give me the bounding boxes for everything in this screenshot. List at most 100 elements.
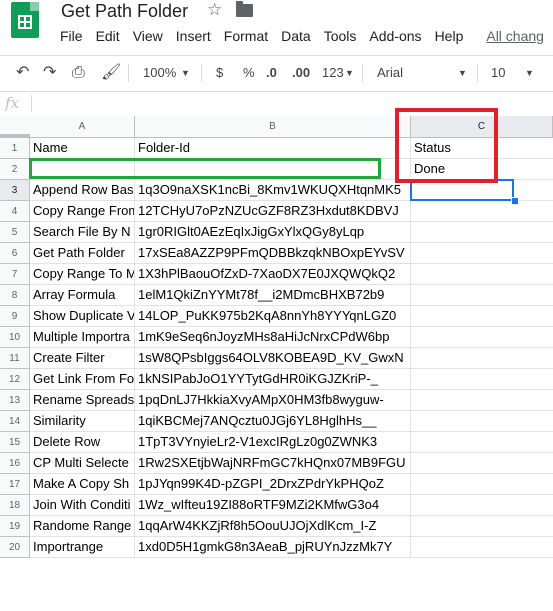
star-icon[interactable]: ☆ — [207, 0, 222, 20]
decrease-decimal-button[interactable]: .0 — [266, 56, 277, 90]
cell-c13[interactable] — [411, 390, 553, 411]
cell-a15[interactable]: Delete Row — [30, 432, 135, 453]
cell-c5[interactable] — [411, 222, 553, 243]
folder-icon[interactable] — [236, 1, 253, 17]
menu-file[interactable]: File — [60, 26, 83, 46]
cell-b3[interactable]: 1q3O9naXSK1ncBi_8Kmv1WKUQXHtqnMK5 — [135, 180, 411, 201]
menu-format[interactable]: Format — [224, 26, 268, 46]
cell-c17[interactable] — [411, 474, 553, 495]
cell-b11[interactable]: 1sW8QPsbIggs64OLV8KOBEA9D_KV_GwxN — [135, 348, 411, 369]
cell-c10[interactable] — [411, 327, 553, 348]
cell-c7[interactable] — [411, 264, 553, 285]
row-header[interactable]: 1 — [0, 138, 30, 159]
row-header[interactable]: 19 — [0, 516, 30, 537]
row-header[interactable]: 9 — [0, 306, 30, 327]
cell-b16[interactable]: 1Rw2SXEtjbWajNRFmGC7kHQnx07MB9FGU — [135, 453, 411, 474]
font-size-chevron-down-icon[interactable]: ▼ — [525, 56, 534, 90]
cell-a12[interactable]: Get Link From Fo — [30, 369, 135, 390]
cell-b5[interactable]: 1gr0RIGlt0AEzEqIxJigGxYlxQGy8yLqp — [135, 222, 411, 243]
cell-c9[interactable] — [411, 306, 553, 327]
row-header[interactable]: 3 — [0, 180, 30, 201]
cell-a5[interactable]: Search File By N — [30, 222, 135, 243]
row-header[interactable]: 2 — [0, 159, 30, 180]
sheets-logo-icon[interactable] — [11, 2, 39, 38]
font-chevron-down-icon[interactable]: ▼ — [458, 56, 467, 90]
cell-b10[interactable]: 1mK9eSeq6nJoyzMHs8aHiJcNrxCPdW6bp — [135, 327, 411, 348]
document-title[interactable]: Get Path Folder — [61, 0, 188, 22]
font-select[interactable]: Arial — [377, 56, 403, 90]
print-icon[interactable]: ⎙ — [72, 56, 85, 90]
cell-c19[interactable] — [411, 516, 553, 537]
undo-icon[interactable]: ↶ — [16, 56, 29, 90]
cell-a13[interactable]: Rename Spreads — [30, 390, 135, 411]
row-header[interactable]: 20 — [0, 537, 30, 558]
menu-addons[interactable]: Add-ons — [369, 26, 421, 46]
currency-format-button[interactable]: $ — [216, 56, 223, 90]
row-header[interactable]: 4 — [0, 201, 30, 222]
cell-b13[interactable]: 1pqDnLJ7HkkiaXvyAMpX0HM3fb8wyguw- — [135, 390, 411, 411]
font-size-select[interactable]: 10 — [491, 56, 505, 90]
cell-b7[interactable]: 1X3hPlBaouOfZxD-7XaoDX7E0JXQWQkQ2 — [135, 264, 411, 285]
cell-a18[interactable]: Join With Conditi — [30, 495, 135, 516]
zoom-select[interactable]: 100% — [143, 56, 176, 90]
menu-edit[interactable]: Edit — [96, 26, 120, 46]
paint-format-icon[interactable]: 🖌 — [101, 56, 121, 90]
cell-c16[interactable] — [411, 453, 553, 474]
cell-a17[interactable]: Make A Copy Sh — [30, 474, 135, 495]
cell-b20[interactable]: 1xd0D5H1gmkG8n3AeaB_pjRUYnJzzMk7Y — [135, 537, 411, 558]
cell-a1[interactable]: Name — [30, 138, 135, 159]
cell-b12[interactable]: 1kNSIPabJoO1YYTytGdHR0iKGJZKriP-_ — [135, 369, 411, 390]
cell-c20[interactable] — [411, 537, 553, 558]
cell-c18[interactable] — [411, 495, 553, 516]
row-header[interactable]: 17 — [0, 474, 30, 495]
row-header[interactable]: 14 — [0, 411, 30, 432]
row-header[interactable]: 11 — [0, 348, 30, 369]
row-header[interactable]: 7 — [0, 264, 30, 285]
row-header[interactable]: 13 — [0, 390, 30, 411]
cell-a7[interactable]: Copy Range To M — [30, 264, 135, 285]
cell-b8[interactable]: 1elM1QkiZnYYMt78f__i2MDmcBHXB72b9 — [135, 285, 411, 306]
cell-b4[interactable]: 12TCHyU7oPzNZUcGZF8RZ3Hxdut8KDBVJ — [135, 201, 411, 222]
menu-insert[interactable]: Insert — [176, 26, 211, 46]
cell-a10[interactable]: Multiple Importra — [30, 327, 135, 348]
cell-b15[interactable]: 1TpT3VYnyieLr2-V1excIRgLz0g0ZWNK3 — [135, 432, 411, 453]
cell-c15[interactable] — [411, 432, 553, 453]
cell-c8[interactable] — [411, 285, 553, 306]
cell-a16[interactable]: CP Multi Selecte — [30, 453, 135, 474]
cell-b6[interactable]: 17xSEa8AZZP9PFmQDBBkzqkNBOxpEYvSV — [135, 243, 411, 264]
cell-c11[interactable] — [411, 348, 553, 369]
column-header-b[interactable]: B — [135, 116, 411, 138]
more-formats-button[interactable]: 123 — [322, 56, 344, 90]
row-header[interactable]: 12 — [0, 369, 30, 390]
menu-view[interactable]: View — [133, 26, 163, 46]
menu-tools[interactable]: Tools — [324, 26, 357, 46]
cell-b17[interactable]: 1pJYqn99K4D-pZGPI_2DrxZPdrYkPHQoZ — [135, 474, 411, 495]
cell-c12[interactable] — [411, 369, 553, 390]
cell-a3[interactable]: Append Row Based — [30, 180, 135, 201]
cell-a19[interactable]: Randome Range — [30, 516, 135, 537]
row-header[interactable]: 6 — [0, 243, 30, 264]
cell-b19[interactable]: 1qqArW4KKZjRf8h5OouUJOjXdlKcm_I-Z — [135, 516, 411, 537]
redo-icon[interactable]: ↷ — [43, 56, 56, 90]
fill-handle[interactable] — [511, 197, 519, 205]
column-header-a[interactable]: A — [30, 116, 135, 138]
percent-format-button[interactable]: % — [243, 56, 255, 90]
cell-a8[interactable]: Array Formula — [30, 285, 135, 306]
cell-a9[interactable]: Show Duplicate V — [30, 306, 135, 327]
cell-a20[interactable]: Importrange — [30, 537, 135, 558]
menu-help[interactable]: Help — [435, 26, 464, 46]
all-changes-link[interactable]: All chang — [486, 26, 544, 46]
row-header[interactable]: 15 — [0, 432, 30, 453]
row-header[interactable]: 10 — [0, 327, 30, 348]
cell-a4[interactable]: Copy Range From — [30, 201, 135, 222]
row-header[interactable]: 5 — [0, 222, 30, 243]
cell-c14[interactable] — [411, 411, 553, 432]
cell-b18[interactable]: 1Wz_wIfteu19ZI88oRTF9MZi2KMfwG3o4 — [135, 495, 411, 516]
menu-data[interactable]: Data — [281, 26, 311, 46]
increase-decimal-button[interactable]: .00 — [292, 56, 310, 90]
cell-a6[interactable]: Get Path Folder — [30, 243, 135, 264]
row-header[interactable]: 16 — [0, 453, 30, 474]
cell-b14[interactable]: 1qiKBCMej7ANQcztu0JGj6YL8HglhHs__ — [135, 411, 411, 432]
select-all-corner[interactable] — [0, 116, 34, 138]
more-formats-chevron-down-icon[interactable]: ▼ — [345, 56, 354, 90]
